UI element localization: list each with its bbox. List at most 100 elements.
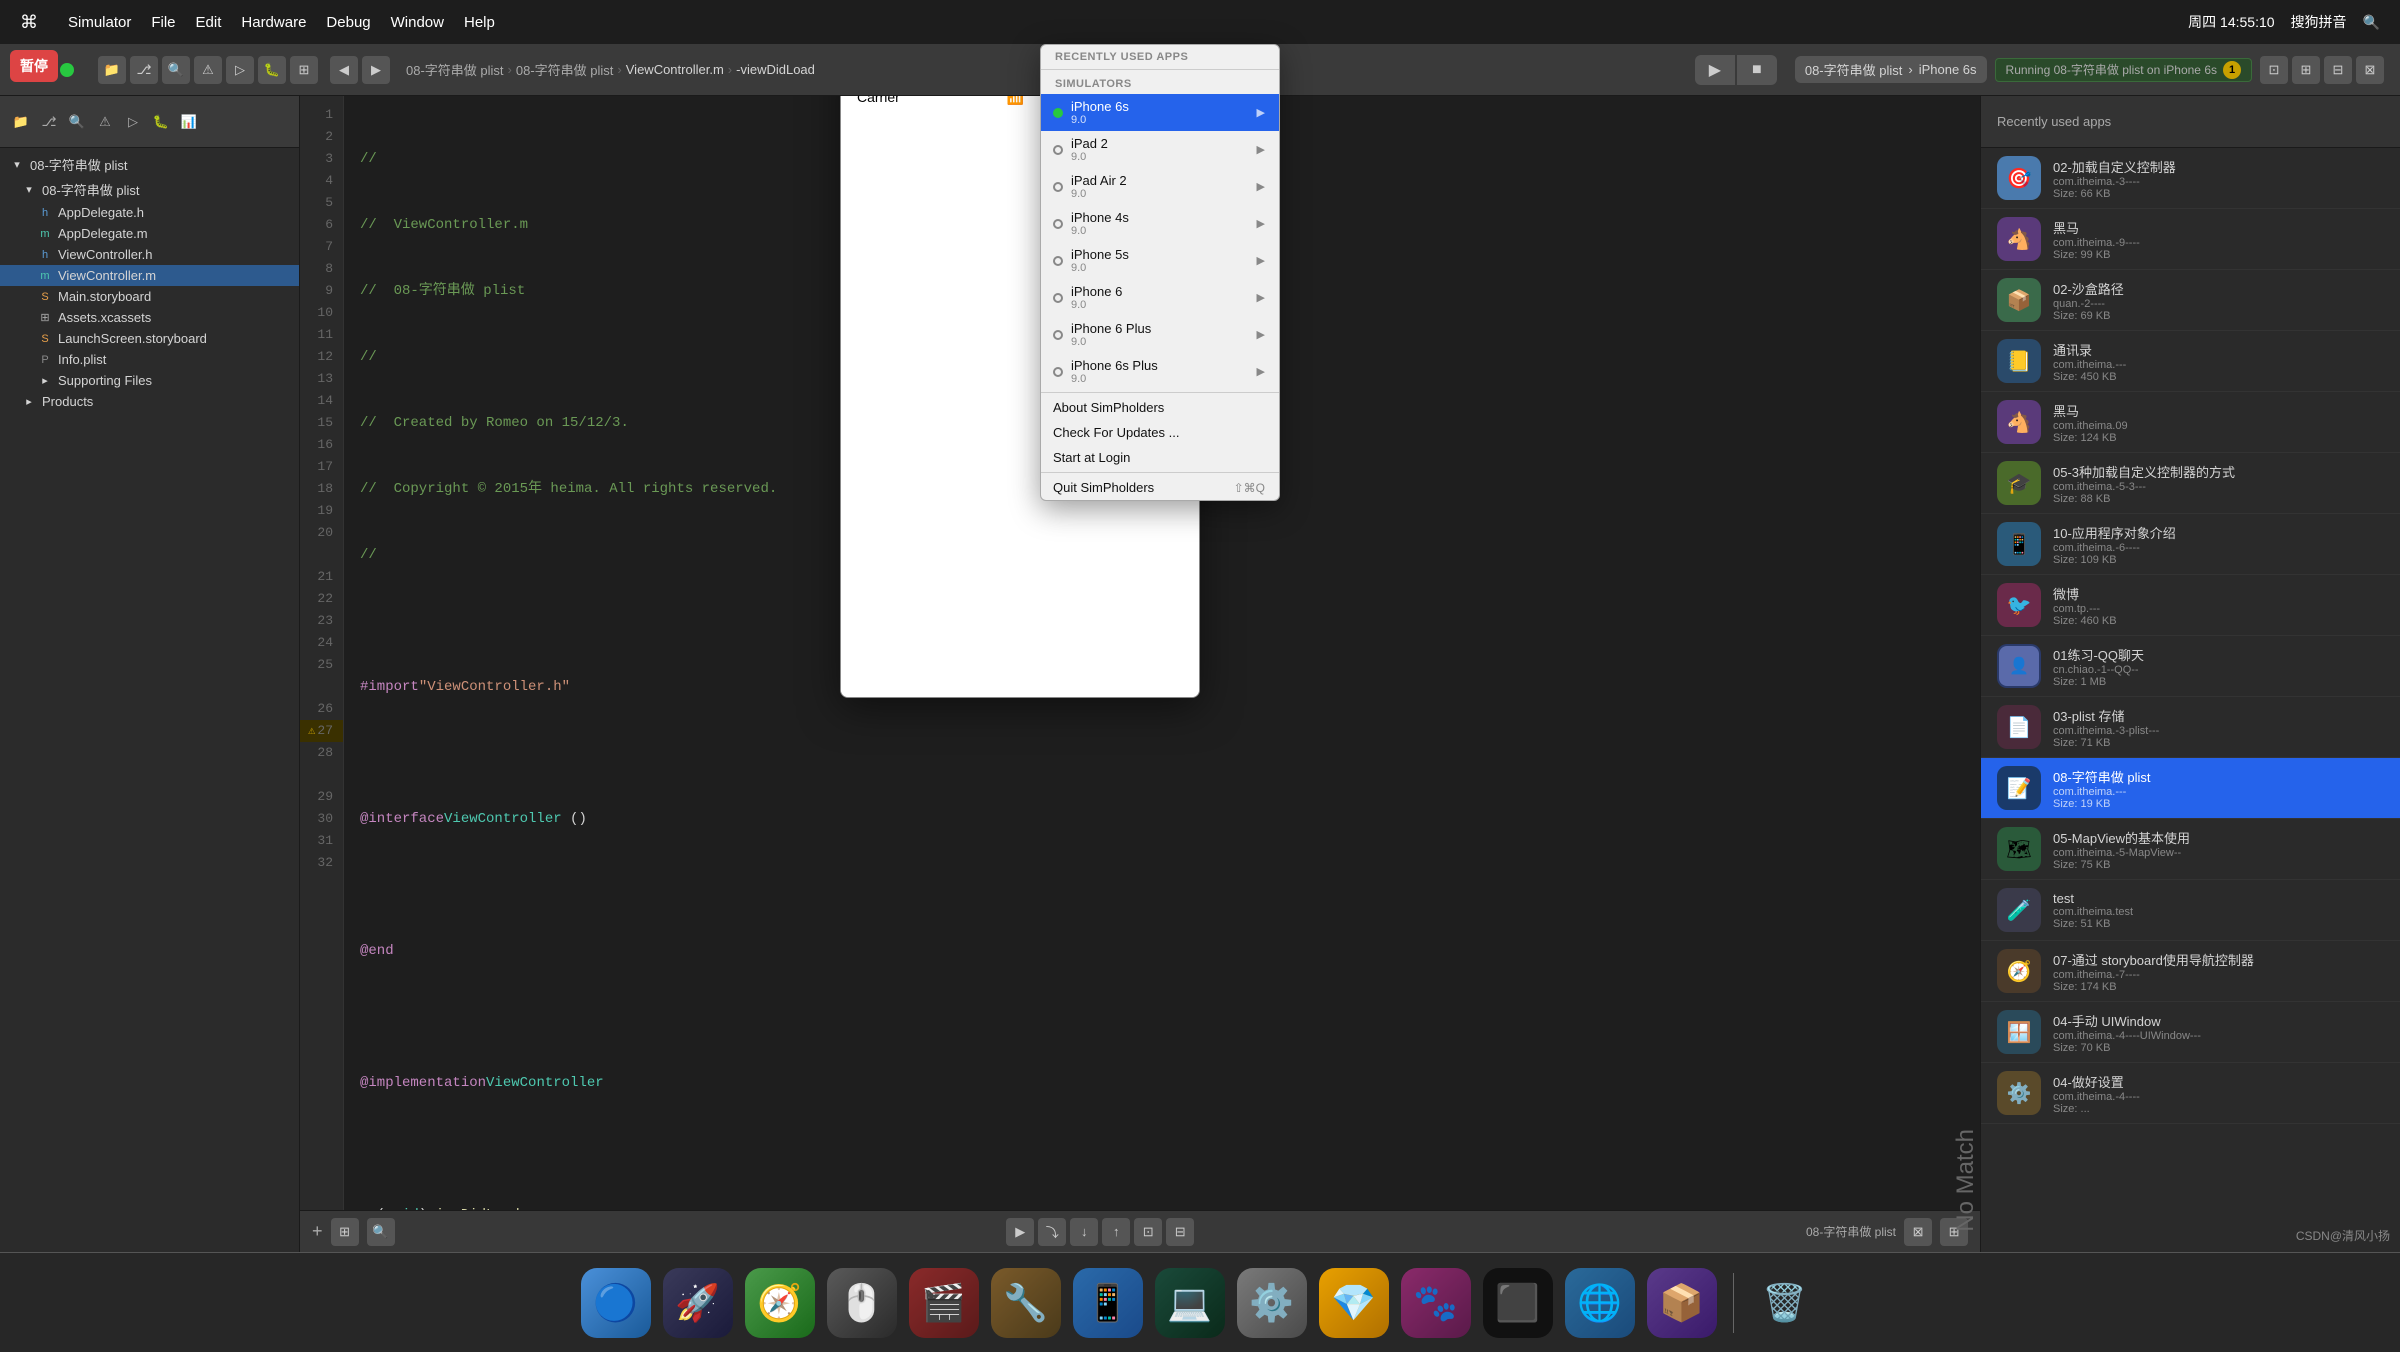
debug-step-over-btn[interactable]: ⤵ xyxy=(1038,1218,1066,1246)
menu-debug[interactable]: Debug xyxy=(326,14,370,31)
issue-icon[interactable]: ⚠ xyxy=(194,56,222,84)
file-item[interactable]: S LaunchScreen.storyboard xyxy=(0,328,299,349)
dock-apps[interactable]: 📦 xyxy=(1647,1268,1717,1338)
debug-step-in-btn[interactable]: ↓ xyxy=(1070,1218,1098,1246)
maximize-button[interactable] xyxy=(60,63,74,77)
run-button[interactable]: ▶ xyxy=(1695,55,1735,85)
layout-btn[interactable]: ⊡ xyxy=(2260,56,2288,84)
hierarchy-btn[interactable]: ⊞ xyxy=(331,1218,359,1246)
test-nav-icon[interactable]: ▷ xyxy=(122,111,144,133)
debug-step-out-btn[interactable]: ↑ xyxy=(1102,1218,1130,1246)
debug-icon[interactable]: 🐛 xyxy=(258,56,286,84)
dock-safari[interactable]: 🧭 xyxy=(745,1268,815,1338)
file-item[interactable]: m AppDelegate.m xyxy=(0,223,299,244)
app-item[interactable]: 👤 01练习-QQ聊天 cn.chiao.-1--QQ-- Size: 1 MB xyxy=(1981,636,2400,697)
add-file-btn[interactable]: + xyxy=(312,1221,323,1242)
check-updates[interactable]: Check For Updates ... xyxy=(1041,420,1279,445)
back-btn[interactable]: ◀ xyxy=(330,56,358,84)
app-item[interactable]: 🎯 02-加载自定义控制器 com.itheima.-3---- Size: 6… xyxy=(1981,148,2400,209)
app-item[interactable]: 🐴 黑马 com.itheima.09 Size: 124 KB xyxy=(1981,392,2400,453)
app-item[interactable]: 📱 10-应用程序对象介绍 com.itheima.-6---- Size: 1… xyxy=(1981,514,2400,575)
app-item-selected[interactable]: 📝 08-字符串做 plist com.itheima.--- Size: 19… xyxy=(1981,758,2400,819)
breadcrumb-file[interactable]: ViewController.m xyxy=(626,62,724,77)
simulator-iphone6s[interactable]: iPhone 6s 9.0 ▶ xyxy=(1041,94,1279,131)
file-item[interactable]: h ViewController.h xyxy=(0,244,299,265)
menubar-ime[interactable]: 搜狗拼音 xyxy=(2291,12,2347,32)
file-item[interactable]: ▾ 08-字符串做 plist xyxy=(0,152,299,177)
file-item[interactable]: ⊞ Assets.xcassets xyxy=(0,307,299,328)
dock-settings[interactable]: ⚙️ xyxy=(1237,1268,1307,1338)
breadcrumb-method[interactable]: -viewDidLoad xyxy=(736,62,815,77)
menu-file[interactable]: File xyxy=(151,14,175,31)
simulator-iphone6splus[interactable]: iPhone 6s Plus 9.0 ▶ xyxy=(1041,353,1279,390)
debug-bar-btn[interactable]: ⊟ xyxy=(2324,56,2352,84)
file-item[interactable]: ▸ Supporting Files xyxy=(0,370,299,391)
simulator-iphone6plus[interactable]: iPhone 6 Plus 9.0 ▶ xyxy=(1041,316,1279,353)
grid-icon[interactable]: ⊞ xyxy=(290,56,318,84)
dock-terminal2[interactable]: ⬛ xyxy=(1483,1268,1553,1338)
app-item[interactable]: 🐦 微博 com.tp.--- Size: 460 KB xyxy=(1981,575,2400,636)
file-item[interactable]: S Main.storyboard xyxy=(0,286,299,307)
git-icon[interactable]: ⎇ xyxy=(130,56,158,84)
debug-nav-icon[interactable]: 🐛 xyxy=(150,111,172,133)
app-item[interactable]: 🐴 黑马 com.itheima.-9---- Size: 99 KB xyxy=(1981,209,2400,270)
app-item[interactable]: 📒 通讯录 com.itheima.--- Size: 450 KB xyxy=(1981,331,2400,392)
file-item[interactable]: ▾ 08-字符串做 plist xyxy=(0,177,299,202)
menu-simulator[interactable]: Simulator xyxy=(68,14,131,31)
debug-continue-btn[interactable]: ▶ xyxy=(1006,1218,1034,1246)
file-item-viewcontroller-m[interactable]: m ViewController.m xyxy=(0,265,299,286)
simulator-ipad-air2[interactable]: iPad Air 2 9.0 ▶ xyxy=(1041,168,1279,205)
inspector-btn[interactable]: ⊠ xyxy=(2356,56,2384,84)
search-bottom-btn[interactable]: 🔍 xyxy=(367,1218,395,1246)
quit-simpholders[interactable]: Quit SimPholders ⇧⌘Q xyxy=(1041,475,1279,500)
apple-menu[interactable]: ⌘ xyxy=(20,12,38,33)
forward-btn[interactable]: ▶ xyxy=(362,56,390,84)
app-item[interactable]: 🎓 05-3种加载自定义控制器的方式 com.itheima.-5-3--- S… xyxy=(1981,453,2400,514)
folder-nav-icon[interactable]: 📁 xyxy=(10,111,32,133)
git-nav-icon[interactable]: ⎇ xyxy=(38,111,60,133)
debug-view-btn[interactable]: ⊟ xyxy=(1166,1218,1194,1246)
menubar-search-icon[interactable]: 🔍 xyxy=(2363,14,2380,31)
simulator-iphone4s[interactable]: iPhone 4s 9.0 ▶ xyxy=(1041,205,1279,242)
dock-mouse[interactable]: 🖱️ xyxy=(827,1268,897,1338)
app-item[interactable]: 🗺 05-MapView的基本使用 com.itheima.-5-MapView… xyxy=(1981,819,2400,880)
app-item[interactable]: 📄 03-plist 存储 com.itheima.-3-plist--- Si… xyxy=(1981,697,2400,758)
editor-split-btn[interactable]: ⊠ xyxy=(1904,1218,1932,1246)
menu-hardware[interactable]: Hardware xyxy=(241,14,306,31)
dock-sketch[interactable]: 💎 xyxy=(1319,1268,1389,1338)
app-item[interactable]: 🧪 test com.itheima.test Size: 51 KB xyxy=(1981,880,2400,941)
dock-browser[interactable]: 🌐 xyxy=(1565,1268,1635,1338)
dock-terminal[interactable]: 💻 xyxy=(1155,1268,1225,1338)
dock-xcode[interactable]: 📱 xyxy=(1073,1268,1143,1338)
dock-video[interactable]: 🎬 xyxy=(909,1268,979,1338)
app-item[interactable]: 🪟 04-手动 UIWindow com.itheima.-4----UIWin… xyxy=(1981,1002,2400,1063)
view-btn[interactable]: ⊞ xyxy=(2292,56,2320,84)
dock-tools[interactable]: 🔧 xyxy=(991,1268,1061,1338)
debug-mem-btn[interactable]: ⊡ xyxy=(1134,1218,1162,1246)
simulator-iphone6[interactable]: iPhone 6 9.0 ▶ xyxy=(1041,279,1279,316)
search-icon[interactable]: 🔍 xyxy=(162,56,190,84)
menu-help[interactable]: Help xyxy=(464,14,495,31)
file-item[interactable]: h AppDelegate.h xyxy=(0,202,299,223)
dock-trash[interactable]: 🗑️ xyxy=(1750,1268,1820,1338)
folder-icon[interactable]: 📁 xyxy=(98,56,126,84)
menu-window[interactable]: Window xyxy=(391,14,444,31)
pause-button[interactable]: 暂停 xyxy=(10,50,58,82)
app-item[interactable]: 📦 02-沙盒路径 quan.-2---- Size: 69 KB xyxy=(1981,270,2400,331)
report-nav-icon[interactable]: 📊 xyxy=(178,111,200,133)
breadcrumb-folder[interactable]: 08-字符串做 plist xyxy=(516,60,614,79)
app-item[interactable]: 🧭 07-通过 storyboard使用导航控制器 com.itheima.-7… xyxy=(1981,941,2400,1002)
simulator-iphone5s[interactable]: iPhone 5s 9.0 ▶ xyxy=(1041,242,1279,279)
breadcrumb-project[interactable]: 08-字符串做 plist xyxy=(406,60,504,79)
about-simpholders[interactable]: About SimPholders xyxy=(1041,395,1279,420)
start-at-login[interactable]: Start at Login xyxy=(1041,445,1279,470)
warning-nav-icon[interactable]: ⚠ xyxy=(94,111,116,133)
dock-finder[interactable]: 🔵 xyxy=(581,1268,651,1338)
simulator-ipad2[interactable]: iPad 2 9.0 ▶ xyxy=(1041,131,1279,168)
scheme-selector[interactable]: 08-字符串做 plist › iPhone 6s xyxy=(1795,56,1987,83)
dock-paw[interactable]: 🐾 xyxy=(1401,1268,1471,1338)
app-item[interactable]: ⚙️ 04-做好设置 com.itheima.-4---- Size: ... xyxy=(1981,1063,2400,1124)
file-item[interactable]: P Info.plist xyxy=(0,349,299,370)
search-nav-icon[interactable]: 🔍 xyxy=(66,111,88,133)
dock-launchpad[interactable]: 🚀 xyxy=(663,1268,733,1338)
